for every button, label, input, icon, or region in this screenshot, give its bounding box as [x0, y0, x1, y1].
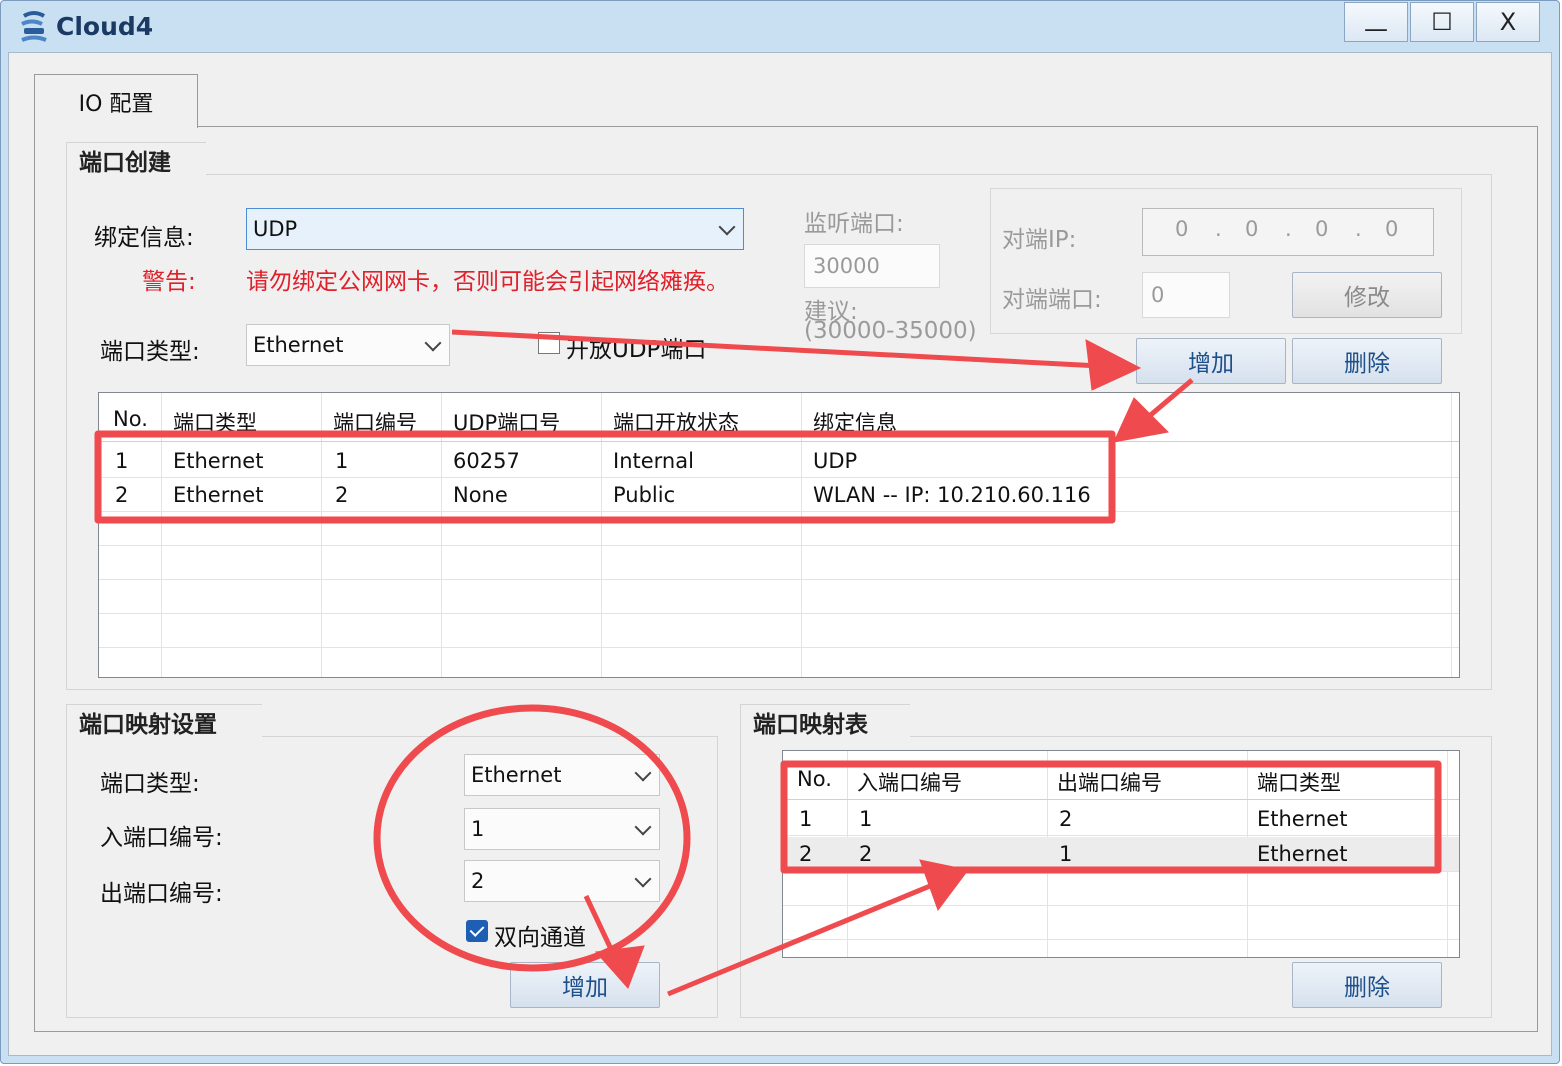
port-create-group-title: 端口创建 [66, 142, 206, 176]
map-col-header-no[interactable]: No. [797, 767, 832, 791]
open-udp-port-checkbox[interactable] [538, 332, 560, 354]
delete-mapping-button[interactable]: 删除 [1292, 962, 1442, 1008]
add-port-button[interactable]: 增加 [1136, 338, 1286, 384]
out-port-label: 出端口编号: [100, 881, 223, 907]
cell-in-port: 2 [859, 842, 873, 866]
bidirectional-checkbox[interactable] [466, 920, 488, 942]
cell-udp-port: None [453, 483, 508, 507]
port-type-select[interactable]: Ethernet [246, 324, 450, 366]
cell-port-type: Ethernet [173, 449, 264, 473]
cell-udp-port: 60257 [453, 449, 520, 473]
bidirectional-label: 双向通道 [494, 925, 586, 951]
col-header-udp-port[interactable]: UDP端口号 [453, 407, 560, 437]
out-port-select[interactable]: 2 [464, 860, 660, 902]
table-row[interactable]: 2 Ethernet 2 None Public WLAN -- IP: 10.… [99, 479, 1459, 511]
chevron-down-icon [634, 870, 652, 888]
close-icon: X [1499, 8, 1517, 36]
in-port-label: 入端口编号: [100, 825, 223, 851]
mapping-table[interactable]: No. 入端口编号 出端口编号 端口类型 1 1 2 Ethernet 2 2 … [782, 750, 1460, 958]
map-port-type-label: 端口类型: [100, 771, 200, 797]
modify-button[interactable]: 修改 [1292, 272, 1442, 318]
table-row[interactable]: 1 Ethernet 1 60257 Internal UDP [99, 445, 1459, 477]
warning-label: 警告: [142, 269, 196, 295]
add-mapping-button[interactable]: 增加 [510, 962, 660, 1008]
minimize-icon: — [1364, 15, 1388, 43]
col-header-port-type[interactable]: 端口类型 [173, 407, 257, 437]
peer-ip-octet-3: 0 [1315, 217, 1329, 241]
port-type-label: 端口类型: [100, 339, 200, 365]
out-port-value: 2 [471, 869, 485, 893]
in-port-select[interactable]: 1 [464, 808, 660, 850]
open-udp-port-label: 开放UDP端口 [566, 337, 707, 363]
map-port-type-select[interactable]: Ethernet [464, 754, 660, 796]
minimize-button[interactable]: — [1344, 2, 1408, 43]
mapping-table-group-title: 端口映射表 [740, 704, 910, 738]
table-row[interactable]: 2 2 1 Ethernet [783, 837, 1459, 871]
tab-io-config[interactable]: IO 配置 [34, 74, 198, 128]
port-table[interactable]: No. 端口类型 端口编号 UDP端口号 端口开放状态 绑定信息 1 Ether… [98, 392, 1460, 678]
chevron-down-icon [634, 818, 652, 836]
cloud-app-icon [18, 10, 50, 44]
maximize-icon: ☐ [1431, 8, 1453, 36]
cell-no: 1 [115, 449, 129, 473]
title-bar[interactable]: Cloud4 — ☐ X [0, 0, 1560, 52]
cell-port-number: 1 [335, 449, 349, 473]
map-col-header-port-type[interactable]: 端口类型 [1257, 767, 1341, 797]
col-header-bind-info[interactable]: 绑定信息 [813, 407, 897, 437]
cell-no: 1 [799, 807, 813, 831]
cell-bind-info: WLAN -- IP: 10.210.60.116 [813, 483, 1091, 507]
cell-out-port: 1 [1059, 842, 1073, 866]
in-port-value: 1 [471, 817, 485, 841]
bind-info-value: UDP [253, 217, 298, 241]
peer-port-label: 对端端口: [1002, 287, 1102, 313]
peer-ip-input[interactable]: 0 . 0 . 0 . 0 [1142, 208, 1434, 256]
listen-port-input[interactable]: 30000 [804, 244, 940, 288]
cell-port-type: Ethernet [1257, 842, 1348, 866]
map-col-header-out-port[interactable]: 出端口编号 [1057, 767, 1162, 797]
port-type-value: Ethernet [253, 333, 344, 357]
col-header-open-status[interactable]: 端口开放状态 [613, 407, 739, 437]
chevron-down-icon [718, 218, 736, 236]
cell-port-number: 2 [335, 483, 349, 507]
map-port-type-value: Ethernet [471, 763, 562, 787]
bind-info-select[interactable]: UDP [246, 208, 744, 250]
cell-no: 2 [799, 842, 813, 866]
chevron-down-icon [634, 764, 652, 782]
listen-port-label: 监听端口: [804, 211, 904, 237]
delete-port-button[interactable]: 删除 [1292, 338, 1442, 384]
warning-text: 请勿绑定公网网卡，否则可能会引起网络瘫痪。 [246, 269, 729, 295]
peer-ip-octet-2: 0 [1245, 217, 1259, 241]
bind-info-label: 绑定信息: [94, 225, 194, 251]
table-row[interactable]: 1 1 2 Ethernet [783, 803, 1459, 835]
peer-ip-octet-4: 0 [1385, 217, 1399, 241]
mapping-settings-group-title: 端口映射设置 [66, 704, 262, 738]
suggest-range: (30000-35000) [804, 318, 977, 344]
peer-ip-label: 对端IP: [1002, 227, 1077, 253]
col-header-port-number[interactable]: 端口编号 [333, 407, 417, 437]
col-header-no[interactable]: No. [113, 407, 148, 431]
cell-in-port: 1 [859, 807, 873, 831]
chevron-down-icon [424, 334, 442, 352]
peer-port-input[interactable]: 0 [1142, 272, 1230, 318]
cell-out-port: 2 [1059, 807, 1073, 831]
window-title: Cloud4 [56, 12, 154, 41]
maximize-button[interactable]: ☐ [1410, 2, 1474, 42]
cell-open-status: Internal [613, 449, 694, 473]
map-col-header-in-port[interactable]: 入端口编号 [857, 767, 962, 797]
cell-no: 2 [115, 483, 129, 507]
cell-open-status: Public [613, 483, 676, 507]
cell-port-type: Ethernet [1257, 807, 1348, 831]
cell-port-type: Ethernet [173, 483, 264, 507]
cell-bind-info: UDP [813, 449, 858, 473]
peer-ip-octet-1: 0 [1175, 217, 1189, 241]
close-button[interactable]: X [1476, 2, 1540, 42]
